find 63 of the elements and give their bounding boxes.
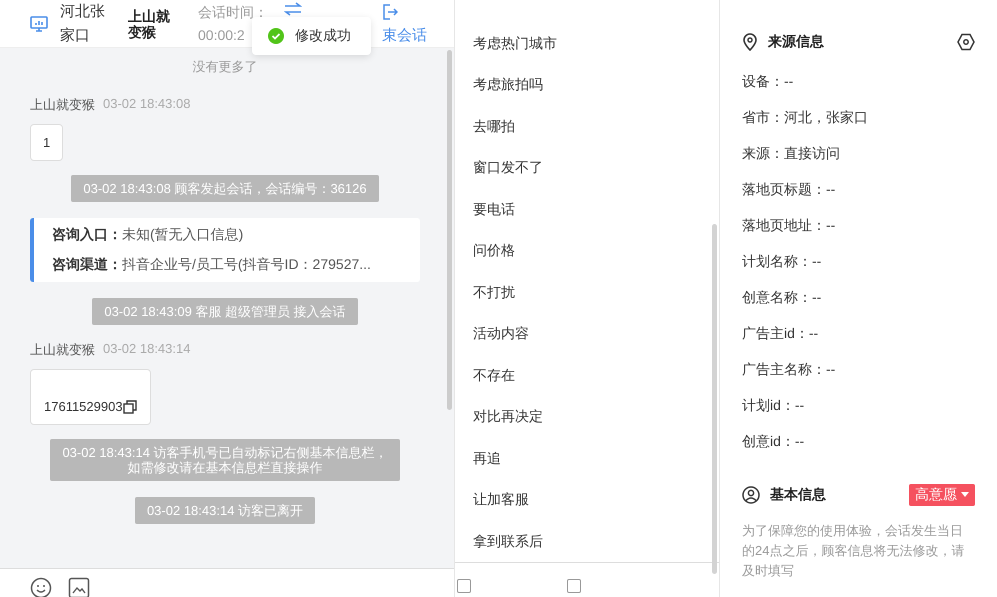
quick-reply-item[interactable]: 再追: [455, 437, 501, 478]
quick-reply-item[interactable]: 对比再决定: [455, 396, 543, 437]
source-info-row-text: 广告主id：--: [742, 324, 820, 343]
system-notice: 如需修改请在基本信息栏直接操作: [127, 460, 322, 475]
settings-icon[interactable]: [957, 33, 975, 51]
scrollbar[interactable]: [712, 224, 717, 574]
image-icon[interactable]: [68, 577, 90, 597]
system-notice: 03-02 18:43:14 访客手机号已自动标记右侧基本信息栏，: [62, 445, 388, 460]
source-info-row-text: 落地页标题：--: [742, 180, 836, 199]
scrollbar[interactable]: [447, 50, 452, 410]
message-time: 03-02 18:43:14: [103, 341, 190, 358]
source-info-row-text: 设备：--: [742, 72, 794, 91]
source-info-row-text: 省市：河北，张家口: [742, 108, 869, 127]
source-info-row-text: 来源：直接访问: [742, 144, 841, 163]
caret-icon: [961, 492, 969, 498]
system-notice: 03-02 18:43:08 顾客发起会话，会话编号：36126: [83, 181, 367, 196]
visitor-name: 上山就变猴: [128, 8, 171, 40]
quick-reply-item[interactable]: 去哪拍: [455, 105, 515, 146]
quick-reply-item[interactable]: 问价格: [455, 230, 515, 271]
no-more-text: 没有更多了: [192, 58, 258, 76]
exit-icon: [382, 4, 398, 20]
message-time: 03-02 18:43:08: [103, 96, 190, 113]
section-title: 来源信息: [768, 33, 824, 51]
sender-name: 上山就变猴: [30, 341, 95, 359]
inquiry-value: 抖音企业号/员工号(抖音号ID：279527...: [122, 256, 371, 272]
inquiry-label: 咨询渠道：: [52, 256, 122, 272]
inquiry-value: 未知(暂无入口信息): [122, 226, 244, 242]
source-info-row-text: 计划名称：--: [742, 252, 822, 271]
emoji-icon[interactable]: [30, 577, 52, 597]
quick-reply-item[interactable]: 活动内容: [455, 312, 529, 354]
location-pin-icon: [742, 33, 758, 51]
message-bubble: 17611529903: [30, 369, 151, 425]
user-icon: [742, 486, 760, 504]
toast-message: 修改成功: [295, 27, 351, 45]
quick-reply-item[interactable]: 让加客服: [455, 478, 529, 520]
checkbox[interactable]: [567, 578, 581, 592]
notice-text: 为了保障您的使用体验，会话发生当日的24点之后，顾客信息将无法修改，请及时填写: [742, 522, 966, 580]
session-time: 00:00:2: [198, 26, 245, 44]
quick-reply-item[interactable]: 考虑旅拍吗: [455, 64, 543, 105]
quick-reply-item[interactable]: 不打扰: [455, 271, 515, 312]
monitor-icon: [30, 16, 48, 32]
copy-icon[interactable]: [122, 400, 137, 414]
check-circle-icon: [268, 28, 284, 44]
source-info-row-text: 落地页地址：--: [742, 216, 836, 235]
source-info-row-text: 计划id：--: [742, 396, 806, 415]
visitor-location: 河北张家口: [60, 2, 106, 46]
source-info-row-text: 广告主名称：--: [742, 360, 836, 379]
section-title: 基本信息: [770, 486, 826, 504]
source-info-row-text: 创意名称：--: [742, 288, 822, 307]
quick-reply-item[interactable]: 窗口发不了: [455, 146, 543, 188]
inquiry-label: 咨询入口：: [52, 226, 122, 242]
end-session-label: 束会话: [382, 26, 427, 45]
message-bubble: 1: [30, 124, 64, 161]
session-time-label: 会话时间：: [198, 2, 268, 22]
sender-name: 上山就变猴: [30, 96, 95, 114]
checkbox[interactable]: [457, 578, 471, 592]
system-notice: 03-02 18:43:09 客服 超级管理员 接入会话: [104, 304, 346, 319]
quick-reply-item[interactable]: 拿到联系后: [455, 520, 543, 562]
system-notice: 03-02 18:43:14 访客已离开: [146, 503, 304, 518]
quick-reply-item[interactable]: 不存在: [455, 354, 515, 396]
quick-reply-item[interactable]: 要电话: [455, 188, 515, 230]
quick-reply-item[interactable]: 考虑热门城市: [455, 22, 557, 64]
source-info-row-text: 创意id：--: [742, 432, 806, 451]
